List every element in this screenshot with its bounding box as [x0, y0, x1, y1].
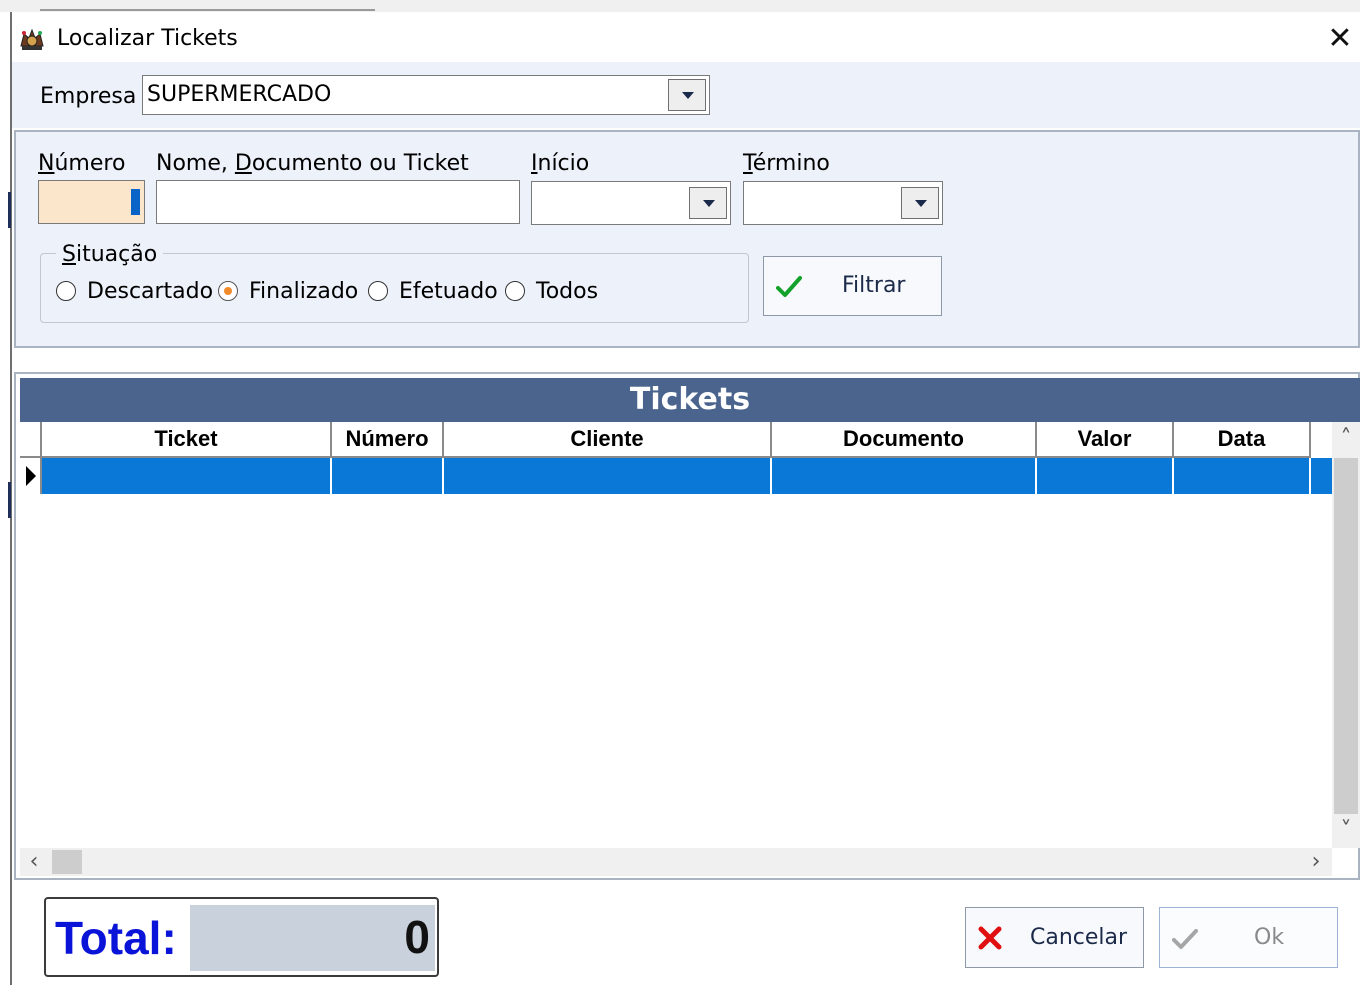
table-cell[interactable] [1174, 458, 1311, 494]
scroll-down-icon[interactable]: ˅ [1334, 820, 1358, 842]
grid-title: Tickets [20, 378, 1360, 422]
empresa-select[interactable]: SUPERMERCADO [142, 75, 710, 115]
total-label: Total: [55, 912, 177, 964]
filtrar-button[interactable]: Filtrar [763, 256, 942, 316]
checkmark-icon [1172, 929, 1198, 949]
table-cell[interactable] [42, 458, 332, 494]
vertical-scroll-thumb[interactable] [1334, 458, 1358, 814]
table-cell[interactable] [444, 458, 772, 494]
nome-label: Nome, Documento ou Ticket [156, 151, 469, 176]
radio-finalizado-label[interactable]: Finalizado [249, 279, 358, 305]
inicio-date-picker[interactable] [531, 181, 731, 225]
scroll-right-icon[interactable]: › [1304, 851, 1328, 873]
column-header-valor[interactable]: Valor [1037, 422, 1174, 458]
numero-label: Número [38, 151, 126, 176]
close-x-icon [978, 926, 1002, 950]
column-header-numero[interactable]: Número [332, 422, 444, 458]
row-pointer-icon [26, 466, 36, 486]
table-cell[interactable] [772, 458, 1037, 494]
total-value: 0 [404, 911, 430, 963]
radio-efetuado[interactable] [368, 281, 388, 301]
empresa-value: SUPERMERCADO [147, 82, 332, 107]
situacao-label: Situação [56, 242, 164, 268]
termino-date-picker[interactable] [743, 181, 943, 225]
horizontal-scrollbar[interactable] [20, 848, 1332, 876]
checkmark-icon [776, 276, 802, 297]
inicio-label: Início [531, 151, 590, 176]
empresa-label: Empresa [40, 84, 137, 109]
chevron-down-icon [915, 200, 927, 207]
cancelar-button[interactable]: Cancelar [965, 907, 1144, 968]
radio-todos-label[interactable]: Todos [536, 279, 598, 305]
nome-documento-ticket-input[interactable] [156, 180, 520, 224]
filtrar-label: Filtrar [842, 273, 906, 298]
radio-descartado[interactable] [56, 281, 76, 301]
background-window-edge [0, 12, 12, 985]
inicio-dropdown-button[interactable] [689, 187, 727, 219]
column-header-ticket[interactable]: Ticket [42, 422, 332, 458]
radio-descartado-label[interactable]: Descartado [87, 279, 213, 305]
ok-label: Ok [1254, 925, 1285, 950]
radio-efetuado-label[interactable]: Efetuado [399, 279, 498, 305]
text-caret [131, 189, 140, 215]
table-cell[interactable] [332, 458, 444, 494]
table-cell[interactable] [1311, 458, 1332, 494]
window-title: Localizar Tickets [57, 26, 238, 51]
cancelar-label: Cancelar [1030, 925, 1128, 950]
chevron-down-icon [682, 92, 694, 99]
scroll-left-icon[interactable]: ‹ [22, 851, 46, 873]
scroll-up-icon[interactable]: ˄ [1334, 428, 1358, 450]
ok-button[interactable]: Ok [1159, 907, 1338, 968]
radio-todos[interactable] [505, 281, 525, 301]
row-indicator-header [20, 422, 42, 458]
empresa-dropdown-button[interactable] [668, 79, 706, 111]
chevron-down-icon [703, 200, 715, 207]
table-cell[interactable] [1037, 458, 1174, 494]
termino-label: Término [743, 151, 830, 176]
numero-input[interactable] [38, 180, 145, 224]
close-icon[interactable]: ✕ [1322, 24, 1358, 56]
column-header-documento[interactable]: Documento [772, 422, 1037, 458]
horizontal-scroll-thumb[interactable] [52, 850, 82, 874]
app-icon [18, 26, 46, 52]
termino-dropdown-button[interactable] [901, 187, 939, 219]
column-header-data[interactable]: Data [1174, 422, 1311, 458]
radio-finalizado[interactable] [218, 281, 238, 301]
row-indicator[interactable] [20, 458, 42, 494]
column-header-cliente[interactable]: Cliente [444, 422, 772, 458]
